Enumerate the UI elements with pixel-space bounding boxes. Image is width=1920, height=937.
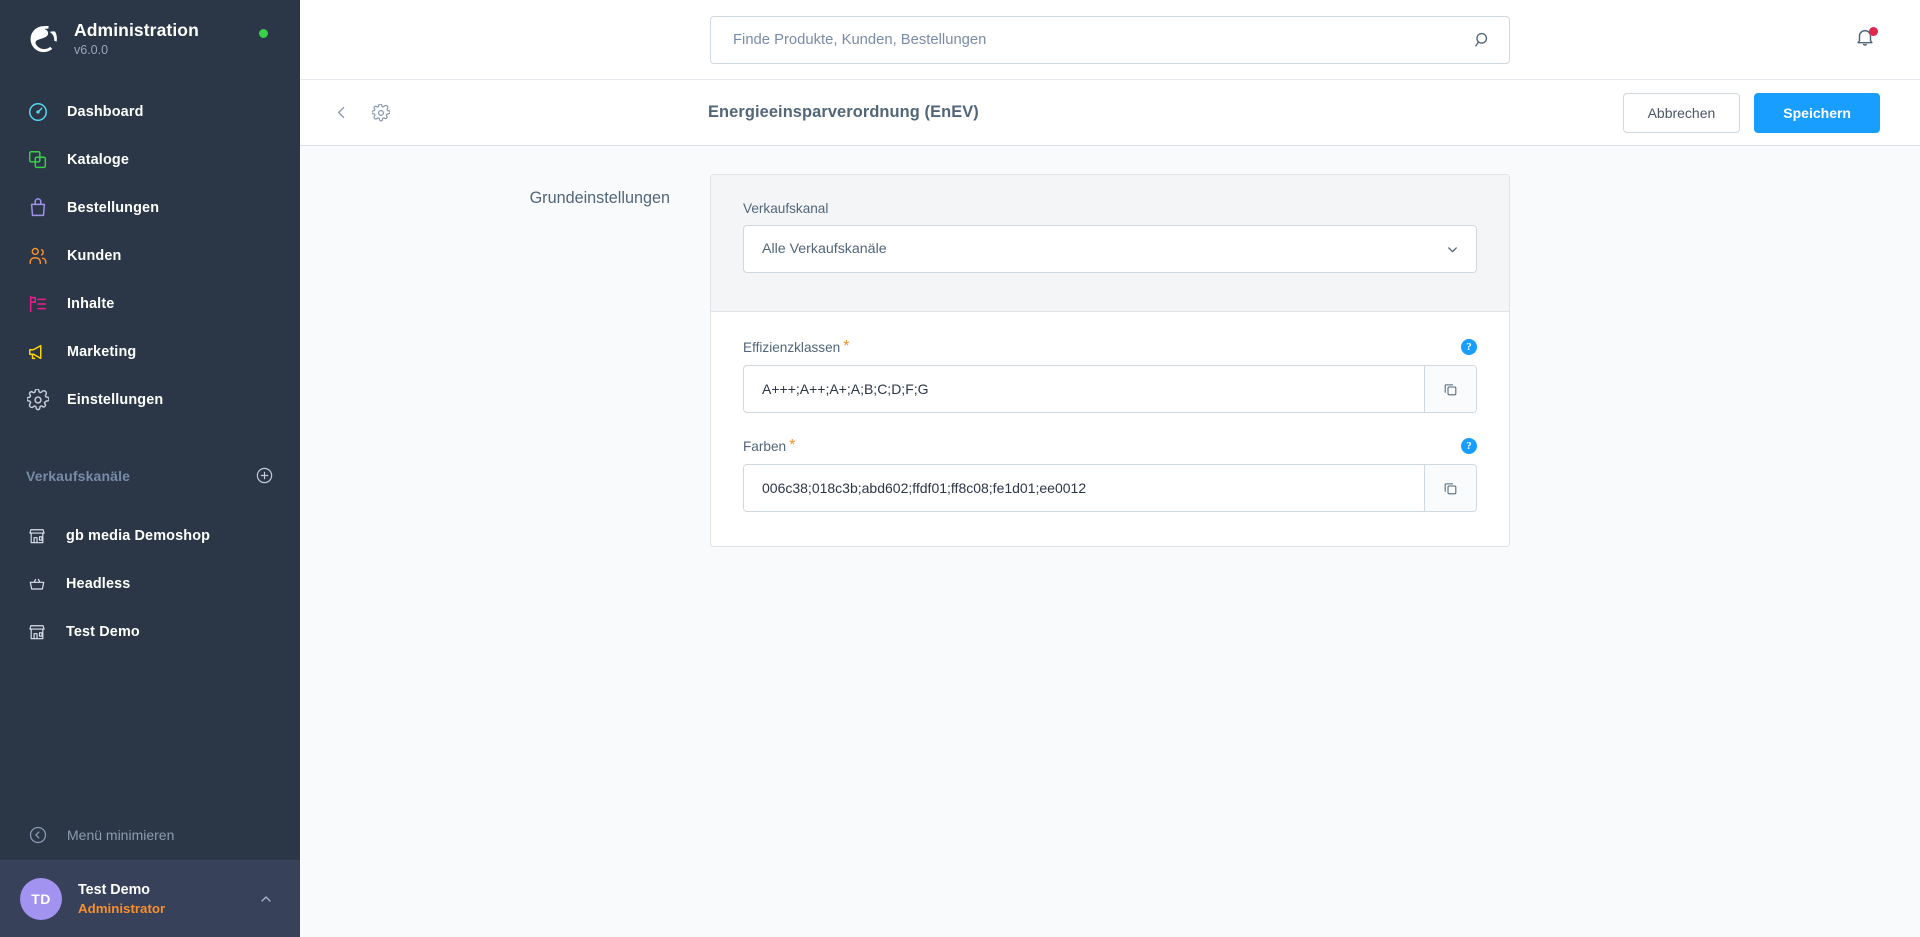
section-label-grundeinstellungen: Grundeinstellungen: [529, 189, 670, 207]
field-farben: Farben * ?: [743, 437, 1477, 512]
farben-input[interactable]: [744, 465, 1424, 511]
shopware-logo-icon: [26, 22, 60, 56]
content-scroll-area: Grundeinstellungen Verkaufskanal Alle Ve…: [300, 146, 1920, 937]
page-header-left: [320, 100, 394, 126]
sidebar-item-label: Kataloge: [67, 151, 129, 168]
sidebar-main-nav: Dashboard Kataloge Bestellungen Kunden I…: [0, 88, 300, 424]
sidebar-minimize-button[interactable]: Menü minimieren: [0, 810, 300, 860]
farben-input-group: [743, 464, 1477, 512]
sidebar-item-label: gb media Demoshop: [66, 527, 211, 544]
sidebar-item-headless[interactable]: Headless: [0, 560, 300, 608]
sidebar-item-einstellungen[interactable]: Einstellungen: [0, 376, 300, 424]
sidebar-item-label: Marketing: [67, 343, 137, 360]
sidebar-item-label: Einstellungen: [67, 391, 164, 408]
sidebar-item-label: Inhalte: [67, 295, 115, 312]
search-box[interactable]: [710, 15, 1510, 64]
page-title: Energieeinsparverordnung (EnEV): [708, 103, 979, 121]
sidebar-item-test-demo[interactable]: Test Demo: [0, 608, 300, 656]
page-header: Energieeinsparverordnung (EnEV) Abbreche…: [300, 80, 1920, 146]
help-question-icon[interactable]: ?: [1461, 339, 1477, 355]
select-selected-value: Alle Verkaufskanäle: [762, 241, 887, 257]
save-button[interactable]: Speichern: [1754, 92, 1880, 133]
status-online-dot: [259, 29, 268, 38]
sidebar-sales-channel-list: gb media Demoshop Headless Test Demo: [0, 512, 300, 656]
sidebar-section-sales-channels: Verkaufskanäle: [0, 454, 300, 498]
sidebar-app-title: Administration: [74, 20, 199, 40]
card-top-section: Verkaufskanal Alle Verkaufskanäle: [711, 175, 1509, 312]
main-area: Energieeinsparverordnung (EnEV) Abbreche…: [300, 0, 1920, 937]
sidebar: Administration v6.0.0 Dashboard Kataloge…: [0, 0, 300, 937]
sidebar-item-label: Kunden: [67, 247, 122, 264]
sidebar-item-label: Test Demo: [66, 623, 140, 640]
search-icon[interactable]: [1471, 30, 1493, 49]
sales-channel-select[interactable]: Alle Verkaufskanäle: [743, 225, 1477, 273]
avatar: TD: [20, 878, 62, 920]
dashboard-icon: [26, 100, 49, 123]
gear-icon[interactable]: [368, 100, 394, 126]
sidebar-item-inhalte[interactable]: Inhalte: [0, 280, 300, 328]
card-body-section: Effizienzklassen * ? A+++;A++;A+;A;B;C;D…: [711, 312, 1509, 546]
customers-icon: [26, 244, 49, 267]
copy-icon[interactable]: [1424, 366, 1476, 412]
sidebar-section-heading: Verkaufskanäle: [26, 467, 131, 484]
sidebar-user-role: Administrator: [78, 901, 166, 917]
topbar: [300, 0, 1920, 80]
search-input[interactable]: [733, 31, 1471, 48]
required-marker: *: [789, 437, 796, 454]
sidebar-item-label: Headless: [66, 575, 131, 592]
sidebar-item-gb-media-demoshop[interactable]: gb media Demoshop: [0, 512, 300, 560]
gear-icon: [26, 388, 49, 411]
field-label: Effizienzklassen: [743, 339, 841, 355]
sidebar-minimize-label: Menü minimieren: [67, 827, 175, 843]
settings-row: Grundeinstellungen Verkaufskanal Alle Ve…: [340, 174, 1820, 547]
global-search: [710, 15, 1510, 64]
sidebar-item-kunden[interactable]: Kunden: [0, 232, 300, 280]
field-label-row: Effizienzklassen * ?: [743, 338, 1477, 356]
notification-badge-dot: [1869, 26, 1878, 36]
megaphone-icon: [26, 340, 49, 363]
storefront-icon: [26, 621, 48, 643]
copy-icon[interactable]: [1424, 465, 1476, 511]
sidebar-app-version: v6.0.0: [74, 43, 109, 58]
catalog-icon: [26, 148, 49, 171]
effizienzklassen-input-group: [743, 365, 1477, 413]
admin-app: Administration v6.0.0 Dashboard Kataloge…: [0, 0, 1920, 937]
chevron-down-icon[interactable]: [1444, 242, 1460, 257]
required-marker: *: [843, 338, 850, 355]
effizienzklassen-input[interactable]: [744, 366, 1424, 412]
field-label: Farben: [743, 438, 787, 454]
sidebar-item-kataloge[interactable]: Kataloge: [0, 136, 300, 184]
collapse-left-icon: [26, 824, 49, 847]
storefront-icon: [26, 525, 48, 547]
field-label-row: Farben * ?: [743, 437, 1477, 455]
sidebar-item-dashboard[interactable]: Dashboard: [0, 88, 300, 136]
content-icon: [26, 292, 49, 315]
field-verkaufskanal: Verkaufskanal Alle Verkaufskanäle: [743, 201, 1477, 273]
field-effizienzklassen: Effizienzklassen * ?: [743, 338, 1477, 413]
sidebar-user-name: Test Demo: [78, 881, 151, 898]
orders-bag-icon: [26, 196, 49, 219]
help-question-icon[interactable]: ?: [1461, 438, 1477, 454]
sidebar-item-label: Dashboard: [67, 103, 144, 120]
cancel-button[interactable]: Abbrechen: [1622, 92, 1741, 133]
page-header-actions: Abbrechen Speichern: [1622, 92, 1880, 133]
plus-circle-icon[interactable]: [254, 466, 274, 486]
notifications-button[interactable]: [1850, 25, 1880, 55]
field-label: Verkaufskanal: [743, 201, 829, 216]
sidebar-brand[interactable]: Administration v6.0.0: [0, 0, 300, 74]
field-label-row: Verkaufskanal: [743, 201, 1477, 216]
sidebar-item-marketing[interactable]: Marketing: [0, 328, 300, 376]
chevron-up-icon[interactable]: [258, 891, 274, 907]
sidebar-user-profile[interactable]: TD Test Demo Administrator: [0, 860, 300, 937]
sidebar-item-label: Bestellungen: [67, 199, 160, 216]
settings-card: Verkaufskanal Alle Verkaufskanäle Effizi…: [710, 174, 1510, 547]
basket-icon: [26, 573, 48, 595]
chevron-left-icon[interactable]: [328, 100, 354, 126]
sidebar-item-bestellungen[interactable]: Bestellungen: [0, 184, 300, 232]
